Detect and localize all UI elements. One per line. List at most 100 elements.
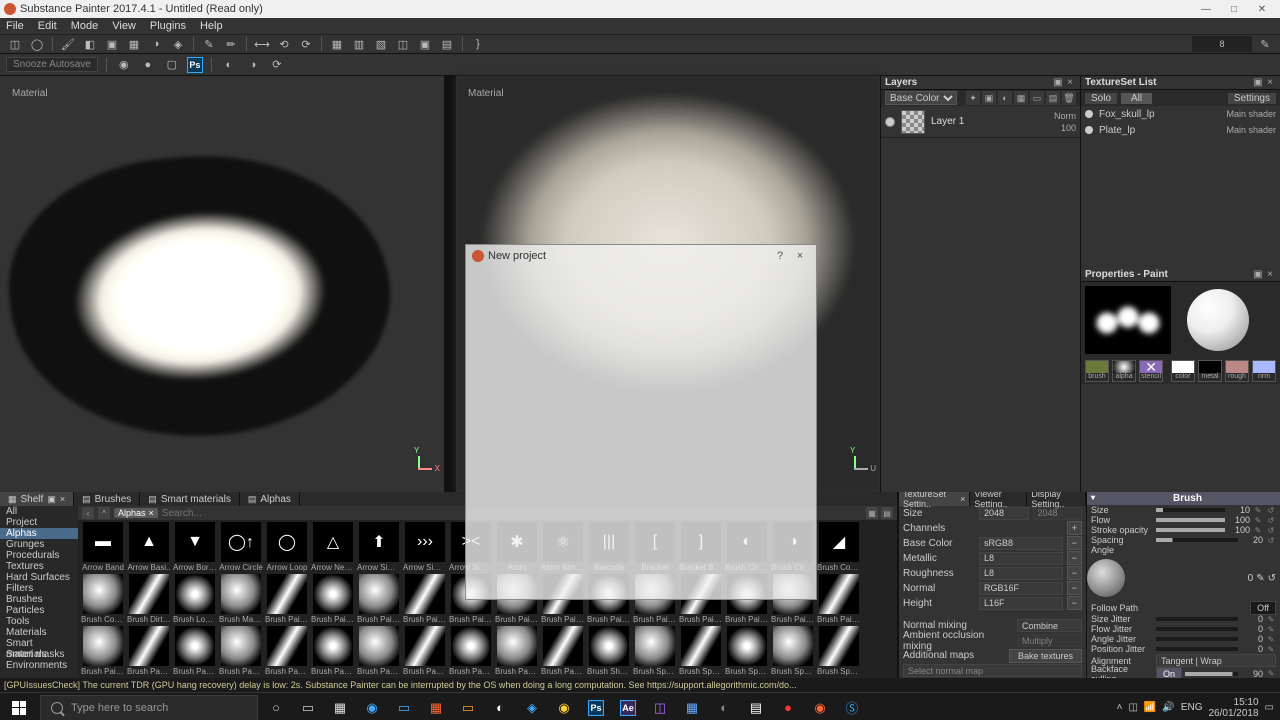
tab-textureset-settings[interactable]: TextureSet Settin..× xyxy=(899,492,970,506)
shelf-item[interactable]: Brush Paper.. xyxy=(172,626,218,676)
remove-channel-button[interactable]: − xyxy=(1067,596,1082,610)
shader-name[interactable]: Main shader xyxy=(1226,109,1276,119)
reset-icon[interactable]: ↺ xyxy=(1266,506,1276,515)
task-view-icon[interactable]: ▭ xyxy=(292,693,324,720)
edit-icon[interactable]: ✎ xyxy=(1253,506,1263,515)
size-slider[interactable] xyxy=(1156,508,1225,512)
shelf-item[interactable]: Brush Paint .. xyxy=(816,574,862,624)
app-icon[interactable]: ◐ xyxy=(708,693,740,720)
dock-icon[interactable]: ▣ xyxy=(1252,269,1264,280)
fx-icon[interactable]: ✦ xyxy=(966,91,980,105)
norm-icon[interactable]: ◐ xyxy=(998,91,1012,105)
shelf-item[interactable]: ▬Arrow Band xyxy=(80,522,126,572)
flow-slider[interactable] xyxy=(1156,518,1225,522)
window-minimize-button[interactable]: — xyxy=(1192,0,1220,18)
blend-mode[interactable]: Norm xyxy=(1054,111,1076,121)
clock[interactable]: 15:10 26/01/2018 xyxy=(1208,697,1258,719)
square-icon[interactable]: ▢ xyxy=(163,57,181,73)
shelf-item[interactable]: Brush Paper.. xyxy=(310,626,356,676)
shelf-item[interactable]: Brush Spon.. xyxy=(724,626,770,676)
brush-section-header[interactable]: ▾Brush xyxy=(1087,492,1280,505)
ao-mixing-select[interactable]: Multiply xyxy=(1017,634,1082,647)
photoshop-icon[interactable]: Ps xyxy=(187,57,203,73)
app-icon[interactable]: ▭ xyxy=(388,693,420,720)
stylus-icon[interactable]: ✎ xyxy=(1256,36,1274,52)
channel-select[interactable]: Base Color xyxy=(885,91,957,105)
channel-format-select[interactable]: L8 xyxy=(979,552,1063,565)
clone-tool-icon[interactable]: ◈ xyxy=(169,36,187,52)
cat-grunges[interactable]: Grunges xyxy=(0,539,78,550)
shelf-item[interactable]: △Arrow Negat.. xyxy=(310,522,356,572)
cat-brushes[interactable]: Brushes xyxy=(0,594,78,605)
spacing-slider[interactable] xyxy=(1156,538,1238,542)
remove-channel-button[interactable]: − xyxy=(1067,551,1082,565)
reload-icon[interactable]: ⟳ xyxy=(268,57,286,73)
eraser-tool-icon[interactable]: ◧ xyxy=(81,36,99,52)
app-icon[interactable]: ▦ xyxy=(324,693,356,720)
bake-textures-button[interactable]: Bake textures xyxy=(1009,649,1082,663)
shelf-item[interactable]: Brush Paper.. xyxy=(540,626,586,676)
cat-textures[interactable]: Textures xyxy=(0,561,78,572)
skype-icon[interactable]: Ⓢ xyxy=(836,693,868,720)
app-icon[interactable]: ◐ xyxy=(484,693,516,720)
snooze-autosave-button[interactable]: Snooze Autosave xyxy=(6,57,98,72)
layer-opacity[interactable]: 100 xyxy=(1061,123,1076,133)
visibility-icon[interactable] xyxy=(1085,126,1093,134)
dock-icon[interactable]: ▣ xyxy=(1252,77,1264,88)
shelf-item[interactable]: ⬆Arrow Simple xyxy=(356,522,402,572)
layer-row[interactable]: Layer 1 Norm 100 xyxy=(881,106,1080,138)
cat-hard-surfaces[interactable]: Hard Surfaces xyxy=(0,572,78,583)
app-icon[interactable]: ▤ xyxy=(740,693,772,720)
channel-format-select[interactable]: sRGB8 xyxy=(979,537,1063,550)
app-icon[interactable]: ▦ xyxy=(676,693,708,720)
cat-filters[interactable]: Filters xyxy=(0,583,78,594)
app-icon[interactable]: ▦ xyxy=(420,693,452,720)
menu-view[interactable]: View xyxy=(112,20,136,32)
iray-icon[interactable]: ▥ xyxy=(350,36,368,52)
shelf-item[interactable]: Brush Paper.. xyxy=(356,626,402,676)
shelf-item[interactable]: ›››Arrow Simpl.. xyxy=(402,522,448,572)
shelf-item[interactable]: ▼Arrow Borde.. xyxy=(172,522,218,572)
aftereffects-icon[interactable]: Ae xyxy=(612,693,644,720)
cube-icon[interactable]: ◫ xyxy=(6,36,24,52)
size-select-2[interactable]: 2048 xyxy=(1033,507,1083,520)
shelf-item[interactable]: Brush Paint .. xyxy=(402,574,448,624)
remove-channel-button[interactable]: − xyxy=(1067,536,1082,550)
shelf-item[interactable]: Brush Paper.. xyxy=(448,626,494,676)
shelf-item[interactable]: Brush Dirty .. xyxy=(126,574,172,624)
ts-settings-button[interactable]: Settings xyxy=(1228,93,1276,104)
texset-row[interactable]: Fox_skull_lp Main shader xyxy=(1081,106,1280,122)
select-normal-map-button[interactable]: Select normal map xyxy=(903,664,1082,677)
shelf-item[interactable]: Brush Paint .. xyxy=(264,574,310,624)
grid-view-icon[interactable]: ▦ xyxy=(866,507,878,519)
chip-close-icon[interactable]: × xyxy=(149,508,154,518)
cortana-icon[interactable]: ○ xyxy=(260,693,292,720)
size-slider[interactable]: 8 xyxy=(1192,36,1252,52)
dialog-help-button[interactable]: ? xyxy=(770,250,790,262)
menu-file[interactable]: File xyxy=(6,20,24,32)
shelf-item[interactable]: Brush Spon.. xyxy=(816,626,862,676)
cat-tools[interactable]: Tools xyxy=(0,616,78,627)
expand-icon[interactable]: } xyxy=(469,36,487,52)
shelf-item[interactable]: Brush Paint .. xyxy=(80,626,126,676)
perspective-icon[interactable]: ▧ xyxy=(372,36,390,52)
cat-environments[interactable]: Environments xyxy=(0,660,78,671)
shelf-item[interactable]: ◯Arrow Loop xyxy=(264,522,310,572)
angle-jitter-slider[interactable] xyxy=(1156,637,1238,641)
color-swatch[interactable]: color xyxy=(1171,360,1195,382)
camera-icon[interactable]: ◫ xyxy=(394,36,412,52)
nrm-swatch[interactable]: nrm xyxy=(1252,360,1276,382)
tab-smart-materials[interactable]: ▤Smart materials xyxy=(140,492,240,506)
back-icon[interactable]: ‹ xyxy=(82,507,94,519)
fx1-icon[interactable]: ◐ xyxy=(220,57,238,73)
up-icon[interactable]: ^ xyxy=(98,507,110,519)
cat-all[interactable]: All xyxy=(0,506,78,517)
tray-expand-icon[interactable]: ˄ xyxy=(1117,702,1123,713)
app-icon[interactable]: ◉ xyxy=(548,693,580,720)
list-view-icon[interactable]: ▤ xyxy=(881,507,893,519)
shelf-item[interactable]: Brush Paper.. xyxy=(402,626,448,676)
shelf-item[interactable]: Brush Paper.. xyxy=(218,626,264,676)
shelf-item[interactable]: Brush Long .. xyxy=(172,574,218,624)
menu-plugins[interactable]: Plugins xyxy=(150,20,186,32)
snapshot-icon[interactable]: ▣ xyxy=(416,36,434,52)
